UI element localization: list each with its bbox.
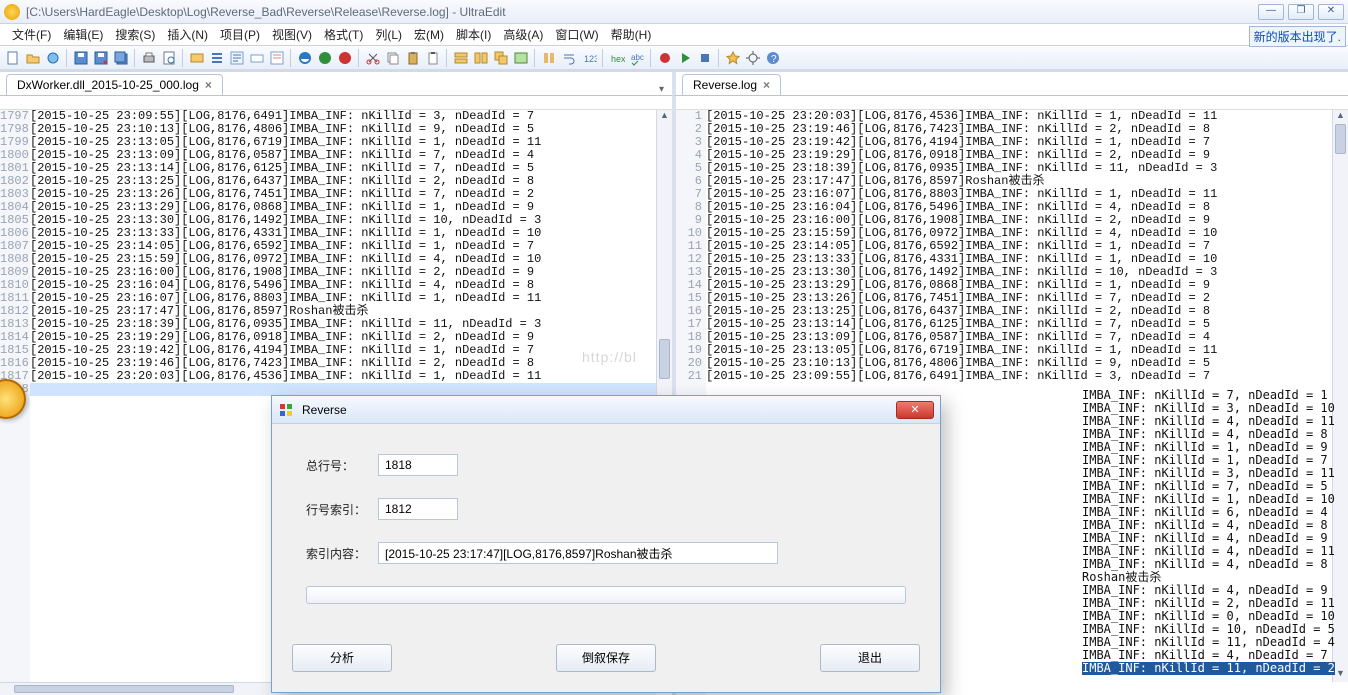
cascade-icon[interactable]: [492, 49, 510, 67]
menu-view[interactable]: 视图(V): [266, 26, 318, 43]
browser-ff-icon[interactable]: [316, 49, 334, 67]
func-list-icon[interactable]: [228, 49, 246, 67]
new-version-notice[interactable]: 新的版本出现了.: [1249, 26, 1346, 47]
wrap-icon[interactable]: [560, 49, 578, 67]
svg-text:abc: abc: [631, 53, 644, 62]
line-index-input[interactable]: [378, 498, 458, 520]
tab-right-file[interactable]: Reverse.log ×: [682, 74, 781, 95]
options-icon[interactable]: [744, 49, 762, 67]
tab-left-file[interactable]: DxWorker.dll_2015-10-25_000.log ×: [6, 74, 223, 95]
menu-format[interactable]: 格式(T): [318, 26, 369, 43]
save-icon[interactable]: [72, 49, 90, 67]
scroll-down-icon[interactable]: ▼: [1333, 668, 1348, 682]
tabstrip-right: Reverse.log ×: [672, 72, 1348, 96]
menubar: 文件(F) 编辑(E) 搜索(S) 插入(N) 项目(P) 视图(V) 格式(T…: [0, 24, 1348, 46]
line-index-label: 行号索引：: [306, 501, 378, 518]
next-win-icon[interactable]: [512, 49, 530, 67]
menu-help[interactable]: 帮助(H): [605, 26, 658, 43]
browser-op-icon[interactable]: [336, 49, 354, 67]
paste-icon[interactable]: [404, 49, 422, 67]
new-file-icon[interactable]: [4, 49, 22, 67]
total-lines-label: 总行号：: [306, 457, 378, 474]
output-icon[interactable]: [248, 49, 266, 67]
menu-search[interactable]: 搜索(S): [109, 26, 161, 43]
tab-left-label: DxWorker.dll_2015-10-25_000.log: [17, 78, 199, 92]
reverse-dialog: Reverse ✕ 总行号： 行号索引： 索引内容： 分析 倒叙保存 退出: [271, 395, 941, 693]
help-icon[interactable]: ?: [764, 49, 782, 67]
print-icon[interactable]: [140, 49, 158, 67]
dialog-title-text: Reverse: [302, 403, 347, 417]
copy-icon[interactable]: [384, 49, 402, 67]
right-fragment-lines: IMBA_INF: nKillId = 7, nDeadId = 1IMBA_I…: [1082, 389, 1330, 675]
close-button[interactable]: ✕: [1318, 4, 1344, 20]
record-icon[interactable]: [656, 49, 674, 67]
numbers-icon[interactable]: 123: [580, 49, 598, 67]
tab-right-label: Reverse.log: [693, 78, 757, 92]
ruler-right: [676, 96, 1348, 110]
tab-right-close-icon[interactable]: ×: [763, 78, 770, 92]
preview-icon[interactable]: [160, 49, 178, 67]
svg-text:?: ?: [771, 54, 777, 65]
titlebar: [C:\Users\HardEagle\Desktop\Log\Reverse_…: [0, 0, 1348, 24]
tab-overflow-icon[interactable]: ▾: [659, 84, 664, 95]
tab-left-close-icon[interactable]: ×: [205, 78, 212, 92]
cut-icon[interactable]: [364, 49, 382, 67]
menu-column[interactable]: 列(L): [369, 26, 408, 43]
open-file-icon[interactable]: [24, 49, 42, 67]
menu-macro[interactable]: 宏(M): [408, 26, 450, 43]
progress-bar: [306, 586, 906, 604]
menu-file[interactable]: 文件(F): [6, 26, 57, 43]
scroll-up-icon[interactable]: ▲: [1333, 110, 1348, 124]
window-title: [C:\Users\HardEagle\Desktop\Log\Reverse_…: [26, 5, 506, 19]
play-icon[interactable]: [676, 49, 694, 67]
stop-icon[interactable]: [696, 49, 714, 67]
menu-edit[interactable]: 编辑(E): [57, 26, 109, 43]
menu-script[interactable]: 脚本(I): [450, 26, 497, 43]
index-content-input[interactable]: [378, 542, 778, 564]
reverse-save-button[interactable]: 倒叙保存: [556, 644, 656, 672]
app-icon: [4, 4, 20, 20]
dialog-close-button[interactable]: ✕: [896, 401, 934, 419]
open-net-icon[interactable]: [44, 49, 62, 67]
dialog-app-icon: [278, 402, 294, 418]
scroll-thumb-left[interactable]: [659, 339, 670, 379]
saveas-icon[interactable]: [92, 49, 110, 67]
menu-window[interactable]: 窗口(W): [549, 26, 604, 43]
list-icon[interactable]: [208, 49, 226, 67]
col-mode-icon[interactable]: [540, 49, 558, 67]
svg-text:123: 123: [584, 54, 597, 64]
hscroll-thumb-left[interactable]: [14, 685, 234, 693]
total-lines-input[interactable]: [378, 454, 458, 476]
explorer-icon[interactable]: [188, 49, 206, 67]
menu-insert[interactable]: 插入(N): [161, 26, 214, 43]
favorite-icon[interactable]: [724, 49, 742, 67]
browser-ie-icon[interactable]: [296, 49, 314, 67]
minimize-button[interactable]: —: [1258, 4, 1284, 20]
dialog-titlebar[interactable]: Reverse ✕: [272, 396, 940, 424]
hex-icon[interactable]: hex: [608, 49, 626, 67]
spellcheck-icon[interactable]: abc: [628, 49, 646, 67]
scroll-thumb-right[interactable]: [1335, 124, 1346, 154]
restore-button[interactable]: ❐: [1288, 4, 1314, 20]
tag-list-icon[interactable]: [268, 49, 286, 67]
menu-advanced[interactable]: 高级(A): [497, 26, 549, 43]
tabstrip-left: DxWorker.dll_2015-10-25_000.log × ▾: [0, 72, 672, 96]
ruler-left: [0, 96, 672, 110]
clipboard-icon[interactable]: [424, 49, 442, 67]
toolbar: 123 hex abc ?: [0, 46, 1348, 72]
saveall-icon[interactable]: [112, 49, 130, 67]
scroll-up-icon[interactable]: ▲: [657, 110, 672, 124]
analyze-button[interactable]: 分析: [292, 644, 392, 672]
tile-v-icon[interactable]: [472, 49, 490, 67]
svg-text:hex: hex: [611, 54, 625, 64]
tile-h-icon[interactable]: [452, 49, 470, 67]
menu-project[interactable]: 项目(P): [214, 26, 266, 43]
index-content-label: 索引内容：: [306, 545, 378, 562]
exit-button[interactable]: 退出: [820, 644, 920, 672]
